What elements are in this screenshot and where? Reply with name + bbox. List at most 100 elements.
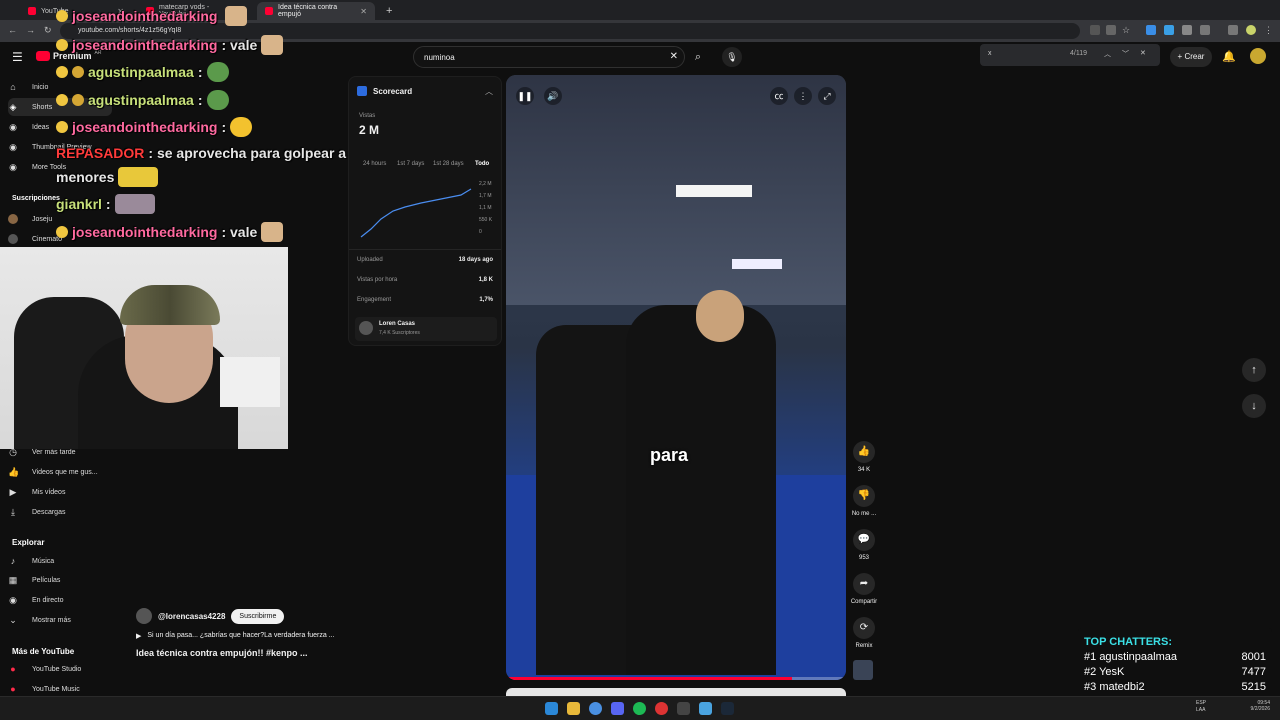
browser-tab-active[interactable]: Idea técnica contra empujó ✕ <box>257 2 375 20</box>
profile-avatar[interactable] <box>1246 25 1256 35</box>
subscriptions-heading: Suscripciones <box>12 195 60 202</box>
gi-logo <box>701 375 771 399</box>
find-prev-icon[interactable]: ︿ <box>1104 49 1111 59</box>
channel-avatar[interactable] <box>136 608 152 624</box>
obs-icon[interactable] <box>677 702 690 715</box>
app-icon[interactable] <box>655 702 668 715</box>
channel-handle[interactable]: @lorencasas4228 <box>158 612 225 621</box>
more-youtube-heading: Más de YouTube <box>12 647 75 656</box>
sidebar-item-label: YouTube Studio <box>32 665 82 673</box>
spotify-icon[interactable] <box>633 702 646 715</box>
sidebar-item-studio[interactable]: ● YouTube Studio <box>8 660 108 678</box>
chrome-icon[interactable] <box>589 702 602 715</box>
comment-icon: 💬 <box>853 529 875 551</box>
instructor-head <box>696 290 744 342</box>
find-input[interactable]: x <box>988 50 992 57</box>
steam-icon[interactable] <box>721 702 734 715</box>
pause-icon[interactable]: ❚❚ <box>516 87 534 105</box>
sidebar-item-downloads[interactable]: ⤓ Descargas <box>8 503 108 521</box>
sidebar-item-label: Joseju <box>32 215 53 223</box>
microphone-icon[interactable]: 🎙 <box>722 47 742 67</box>
video-progress-track[interactable] <box>506 677 846 680</box>
range-tab-7d[interactable]: 1st 7 days <box>397 161 424 167</box>
forward-icon[interactable]: → <box>26 25 35 35</box>
like-button[interactable]: 👍 34 K <box>848 441 880 473</box>
account-avatar[interactable] <box>1250 48 1266 64</box>
collapse-chevron-icon[interactable]: ︿ <box>485 86 493 97</box>
range-tab-28d[interactable]: 1st 28 days <box>433 161 464 167</box>
extension-icon[interactable] <box>1146 25 1156 35</box>
clear-search-icon[interactable]: ✕ <box>670 51 678 62</box>
new-tab-button[interactable]: + <box>378 2 394 20</box>
reload-icon[interactable]: ↻ <box>44 25 52 36</box>
fullscreen-icon[interactable]: ⤢ <box>818 87 836 105</box>
chat-user: giankrl <box>56 196 102 212</box>
play-icon: ▶ <box>136 633 142 640</box>
extension-icon[interactable] <box>1182 25 1192 35</box>
more-options-icon[interactable]: ⋮ <box>794 87 812 105</box>
chat-user: agustinpaalmaa <box>88 92 194 108</box>
sidepanel-icon[interactable] <box>1228 25 1238 35</box>
short-video-player[interactable]: para ❚❚ 🔊 ㏄ ⋮ ⤢ <box>506 75 846 680</box>
file-explorer-icon[interactable] <box>567 702 580 715</box>
windows-start-icon[interactable] <box>545 702 558 715</box>
chat-message: joseandointhedarking : vale <box>56 222 284 242</box>
close-tab-icon[interactable]: ✕ <box>360 7 367 16</box>
chat-text: : <box>197 64 203 80</box>
sidebar-item-show-more[interactable]: ⌄ Mostrar más <box>8 611 108 629</box>
remix-button[interactable]: ⟳ Remix <box>848 617 880 649</box>
ideas-icon: ◉ <box>9 122 17 132</box>
sidebar-item-live[interactable]: ◉ En directo <box>8 591 108 609</box>
hamburger-menu-icon[interactable]: ☰ <box>12 50 23 64</box>
subscriber-badge-icon <box>56 226 68 238</box>
channel-avatar <box>8 234 18 244</box>
subscriber-badge-icon <box>56 66 68 78</box>
previous-short-arrow-icon[interactable]: ↑ <box>1242 358 1266 382</box>
sidebar-item-my-videos[interactable]: ▶ Mis vídeos <box>8 483 108 501</box>
subscriber-badge-icon <box>56 121 68 133</box>
volume-icon[interactable]: 🔊 <box>544 87 562 105</box>
next-short-preview[interactable] <box>506 688 846 696</box>
dislike-button[interactable]: 👎 No me ... <box>848 485 880 517</box>
channel-card[interactable]: Loren Casas 7,4 K Suscriptores <box>355 317 497 341</box>
notifications-bell-icon[interactable]: 🔔 <box>1222 50 1236 63</box>
captions-icon[interactable]: ㏄ <box>770 87 788 105</box>
top-chatters-title: TOP CHATTERS: <box>1084 636 1173 648</box>
discord-icon[interactable] <box>611 702 624 715</box>
tab-label: Idea técnica contra empujó <box>278 4 338 18</box>
range-tab-all[interactable]: Todo <box>475 161 489 167</box>
notepad-icon[interactable] <box>699 702 712 715</box>
chat-text: : se aprovecha para golpear a <box>148 145 347 161</box>
range-tab-24h[interactable]: 24 hours <box>363 161 386 167</box>
find-close-icon[interactable]: ✕ <box>1140 49 1146 57</box>
subscribe-button[interactable]: Suscribirme <box>231 608 285 624</box>
keyboard-language[interactable]: ESP LAA <box>1196 700 1206 714</box>
create-button[interactable]: + Crear <box>1170 47 1212 67</box>
chatter-name: YesK <box>1099 666 1125 678</box>
audio-thumbnail[interactable] <box>853 660 873 680</box>
chatter-count: 7477 <box>1241 666 1266 678</box>
share-button[interactable]: ➦ Compartir <box>848 573 880 605</box>
find-next-icon[interactable]: ﹀ <box>1122 49 1129 59</box>
channel-avatar <box>8 214 18 224</box>
y-tick: 2,2 M <box>479 181 492 187</box>
menu-dots-icon[interactable]: ⋮ <box>1264 25 1273 36</box>
comments-button[interactable]: 💬 953 <box>848 529 880 561</box>
next-short-arrow-icon[interactable]: ↓ <box>1242 394 1266 418</box>
sidebar-item-music[interactable]: ♪ Música <box>8 552 108 570</box>
meme-emote-icon <box>114 194 155 214</box>
extension-icon[interactable] <box>1164 25 1174 35</box>
cast-icon[interactable] <box>1090 25 1100 35</box>
back-icon[interactable]: ← <box>8 25 17 35</box>
translate-icon[interactable] <box>1106 25 1116 35</box>
search-icon[interactable]: ⌕ <box>688 46 708 68</box>
pepe-emote-icon <box>206 62 229 82</box>
sidebar-item-movies[interactable]: ▦ Películas <box>8 571 108 589</box>
description-row[interactable]: ▶ Si un día pasa... ¿sabrías que hacer?L… <box>136 632 335 640</box>
system-clock[interactable]: 09:54 9/2/2026 <box>1240 700 1270 712</box>
extensions-puzzle-icon[interactable] <box>1200 25 1210 35</box>
sidebar-item-label: Películas <box>32 576 61 584</box>
sidebar-item-liked[interactable]: 👍 Videos que me gus... <box>8 463 108 481</box>
bookmark-star-icon[interactable]: ☆ <box>1122 25 1130 36</box>
search-input[interactable]: numinoa ✕ <box>413 46 685 68</box>
